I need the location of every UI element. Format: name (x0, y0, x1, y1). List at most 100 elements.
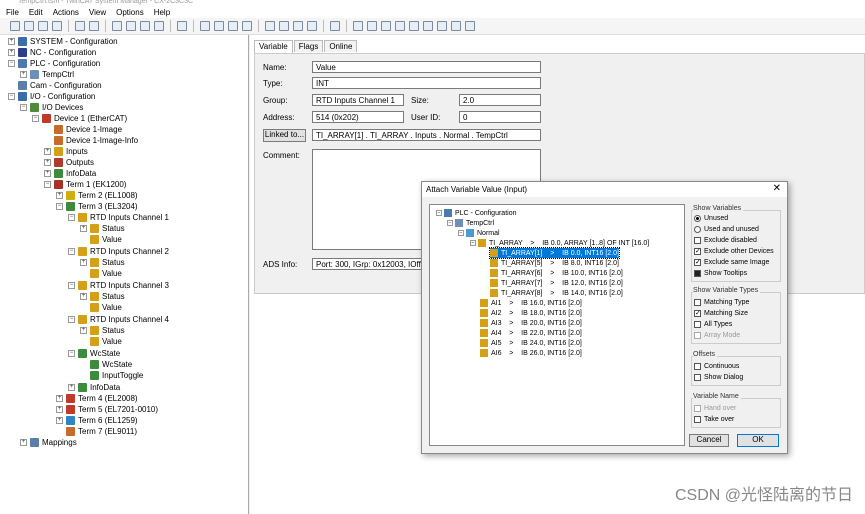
array-mode-checkbox[interactable]: Array Mode (694, 332, 740, 339)
dtree-ai4[interactable]: AI4 > IB 22.0, INT16 [2.0] (480, 328, 582, 338)
userid-field[interactable]: 0 (459, 111, 541, 123)
dtree-ai5[interactable]: AI5 > IB 24.0, INT16 [2.0] (480, 338, 582, 348)
menu-view[interactable]: View (89, 8, 106, 17)
cancel-button[interactable]: Cancel (689, 434, 729, 447)
collapse-icon[interactable]: − (68, 316, 75, 323)
tree-node-term7[interactable]: Term 7 (EL9011) (66, 426, 137, 437)
exclude-disabled-checkbox[interactable]: Exclude disabled (694, 237, 757, 244)
collapse-icon[interactable]: − (470, 240, 476, 246)
tree-node-rtd-ch2[interactable]: − RTD Inputs Channel 2 (68, 246, 169, 257)
matching-size-checkbox[interactable]: ✓ Matching Size (694, 310, 748, 317)
scan-devices-icon[interactable] (279, 21, 289, 31)
collapse-icon[interactable]: − (8, 60, 15, 67)
tab-variable[interactable]: Variable (254, 40, 293, 53)
tree-node-tempctrl[interactable]: + TempCtrl (20, 69, 74, 80)
append-icon[interactable] (330, 21, 340, 31)
menu-help[interactable]: Help (154, 8, 170, 17)
tree-node-ch1-status[interactable]: + Status (80, 223, 125, 234)
tree-node-term4[interactable]: + Term 4 (EL2008) (56, 393, 138, 404)
exclude-same-image-checkbox[interactable]: ✓ Exclude same Image (694, 259, 769, 266)
tree-node-ch3-value[interactable]: Value (90, 302, 122, 313)
tree-node-rtd-ch4[interactable]: − RTD Inputs Channel 4 (68, 314, 169, 325)
collapse-icon[interactable]: − (44, 181, 51, 188)
tree-node-term3[interactable]: − Term 3 (EL3204) (56, 201, 138, 212)
take-over-checkbox[interactable]: Take over (694, 416, 734, 423)
tree-node-wcstate-var[interactable]: WcState (90, 359, 132, 370)
expand-icon[interactable]: + (56, 406, 63, 413)
tree-node-ch4-status[interactable]: + Status (80, 325, 125, 336)
dtree-ti-array-6[interactable]: TI_ARRAY[6] > IB 10.0, INT16 [2.0] (490, 268, 623, 278)
tree-node-ch4-value[interactable]: Value (90, 336, 122, 347)
expand-icon[interactable]: + (68, 384, 75, 391)
print-preview-icon[interactable] (89, 21, 99, 31)
tree-node-infodata[interactable]: + InfoData (44, 168, 96, 179)
type-field[interactable]: INT (312, 77, 541, 89)
menu-options[interactable]: Options (116, 8, 144, 17)
expand-icon[interactable]: + (80, 259, 87, 266)
collapse-icon[interactable]: − (32, 115, 39, 122)
expand-icon[interactable]: + (56, 417, 63, 424)
online-icon[interactable] (409, 21, 419, 31)
toggle-view-icon[interactable] (353, 21, 363, 31)
zoom-icon[interactable] (367, 21, 377, 31)
dtree-ai3[interactable]: AI3 > IB 20.0, INT16 [2.0] (480, 318, 582, 328)
dtree-ai1[interactable]: AI1 > IB 16.0, INT16 [2.0] (480, 298, 582, 308)
collapse-icon[interactable]: − (447, 220, 453, 226)
unused-radio[interactable]: Unused (694, 215, 728, 222)
collapse-icon[interactable]: − (56, 203, 63, 210)
tree-node-term5[interactable]: + Term 5 (EL7201-0010) (56, 404, 158, 415)
open-file-icon[interactable] (24, 21, 34, 31)
collapse-icon[interactable]: − (68, 248, 75, 255)
linked-to-field[interactable]: TI_ARRAY[1] . TI_ARRAY . Inputs . Normal… (312, 129, 541, 141)
tab-online[interactable]: Online (324, 40, 358, 52)
tree-node-device1[interactable]: − Device 1 (EtherCAT) (32, 113, 127, 124)
paste-special-icon[interactable] (154, 21, 164, 31)
tree-node-rtd-ch1[interactable]: − RTD Inputs Channel 1 (68, 212, 169, 223)
collapse-icon[interactable]: − (68, 214, 75, 221)
collapse-icon[interactable]: − (20, 104, 27, 111)
tree-node-term2[interactable]: + Term 2 (EL1008) (56, 190, 138, 201)
linked-to-button[interactable]: Linked to... (263, 129, 306, 142)
expand-icon[interactable]: + (8, 49, 15, 56)
tree-node-io-devices[interactable]: − I/O Devices (20, 102, 83, 113)
hand-over-checkbox[interactable]: Hand over (694, 405, 736, 412)
open-subtree-icon[interactable] (381, 21, 391, 31)
exclude-other-devices-checkbox[interactable]: ✓ Exclude other Devices (694, 248, 774, 255)
matching-type-checkbox[interactable]: Matching Type (694, 299, 749, 306)
collapse-icon[interactable]: − (68, 282, 75, 289)
ok-button[interactable]: OK (737, 434, 779, 447)
tree-node-term1[interactable]: − Term 1 (EK1200) (44, 179, 126, 190)
dtree-normal[interactable]: − Normal (458, 228, 500, 238)
toggle-freerun-icon[interactable] (293, 21, 303, 31)
tree-node-nc[interactable]: + NC - Configuration (8, 47, 96, 58)
cut-icon[interactable] (112, 21, 122, 31)
expand-icon[interactable]: + (56, 395, 63, 402)
tree-node-system[interactable]: + SYSTEM - Configuration (8, 36, 118, 47)
tree-node-inputs[interactable]: + Inputs (44, 146, 88, 157)
paste-icon[interactable] (140, 21, 150, 31)
tree-node-cam[interactable]: Cam - Configuration (18, 80, 102, 91)
expand-icon[interactable]: + (44, 159, 51, 166)
dtree-ti-array-1[interactable]: TI_ARRAY[1] > IB 0.0, INT16 [2.0] (489, 247, 620, 259)
new-file-icon[interactable] (10, 21, 20, 31)
tree-node-wcstate[interactable]: − WcState (68, 348, 120, 359)
tree-node-ch2-value[interactable]: Value (90, 268, 122, 279)
show-tooltips-checkbox[interactable]: Show Tooltips (694, 270, 747, 277)
find-icon[interactable] (177, 21, 187, 31)
open-folder-icon[interactable] (38, 21, 48, 31)
tree-node-io[interactable]: − I/O - Configuration (8, 91, 95, 102)
expand-icon[interactable]: + (20, 439, 27, 446)
size-field[interactable]: 2.0 (459, 94, 541, 106)
expand-icon[interactable]: + (56, 192, 63, 199)
dtree-ti-array-5[interactable]: TI_ARRAY[5] > IB 8.0, INT16 [2.0] (490, 258, 619, 268)
collapse-icon[interactable]: − (436, 210, 442, 216)
expand-icon[interactable]: + (44, 170, 51, 177)
choose-target-icon[interactable] (265, 21, 275, 31)
tree-node-term6[interactable]: + Term 6 (EL1259) (56, 415, 138, 426)
tree-node-plc[interactable]: − PLC - Configuration (8, 58, 100, 69)
collapse-icon[interactable]: − (458, 230, 464, 236)
tree-node-ch2-status[interactable]: + Status (80, 257, 125, 268)
tab-flags[interactable]: Flags (293, 40, 324, 52)
dtree-ai6[interactable]: AI6 > IB 26.0, INT16 [2.0] (480, 348, 582, 358)
expand-icon[interactable]: + (20, 71, 27, 78)
